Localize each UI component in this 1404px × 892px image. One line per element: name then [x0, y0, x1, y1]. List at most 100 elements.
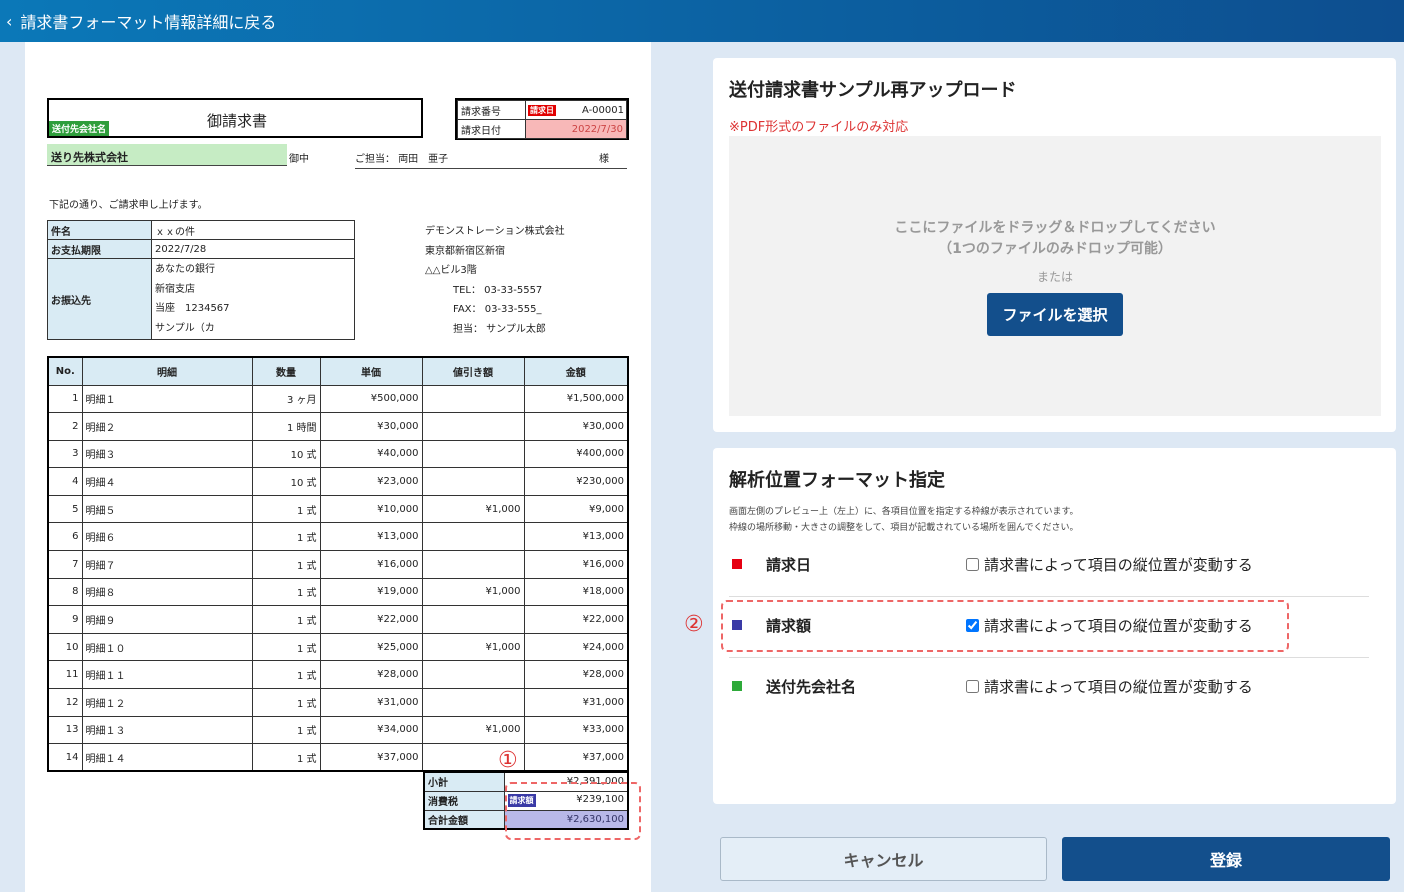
row-amount: ¥16,000 [523, 550, 629, 579]
row-qty: 1 式 [251, 632, 321, 662]
row-qty: 10 式 [251, 439, 321, 469]
greeting: 下記の通り、ご請求申し上げます。 [49, 200, 208, 211]
row-no: 8 [47, 577, 83, 607]
table-row: 4 明細４ 10 式 ¥23,000 ¥230,000 [47, 467, 629, 496]
row-unit-price: ¥23,000 [319, 467, 423, 496]
table-row: 11 明細１１ 1 式 ¥28,000 ¥28,000 [47, 660, 629, 690]
row-qty: 1 式 [251, 660, 321, 690]
row-unit-price: ¥28,000 [319, 660, 423, 690]
upload-title: 送付請求書サンプル再アップロード [729, 80, 1017, 101]
green-square-icon [732, 681, 742, 691]
recipient-vertical-checkbox[interactable]: 請求書によって項目の縦位置が変動する [966, 676, 1253, 697]
recipient-name: 送り先株式会社 [47, 144, 287, 166]
row-discount [421, 605, 525, 634]
row-item: 明細３ [81, 439, 253, 469]
checkbox[interactable] [966, 557, 979, 571]
row-qty: 1 式 [251, 715, 321, 745]
table-row: 9 明細９ 1 式 ¥22,000 ¥22,000 [47, 605, 629, 634]
table-row: 6 明細６ 1 式 ¥13,000 ¥13,000 [47, 522, 629, 552]
row-item: 明細２ [81, 412, 253, 441]
cancel-button[interactable]: キャンセル [720, 837, 1047, 881]
row-amount: ¥400,000 [523, 439, 629, 469]
tax-label: 消費税 [423, 790, 505, 811]
row-no: 10 [47, 632, 83, 662]
row-item: 明細１２ [81, 688, 253, 717]
row-discount [421, 550, 525, 579]
row-item: 明細１０ [81, 632, 253, 662]
dropzone-or: または [1036, 270, 1073, 284]
row-amount: ¥28,000 [523, 660, 629, 690]
row-amount: ¥1,500,000 [523, 384, 629, 414]
select-file-button[interactable]: ファイルを選択 [987, 293, 1123, 336]
annotation-highlight-2 [721, 600, 1289, 652]
upload-panel: 送付請求書サンプル再アップロード ※PDF形式のファイルのみ対応 ここにファイル… [713, 58, 1396, 432]
col-header: 値引き額 [421, 356, 525, 386]
table-row: 8 明細８ 1 式 ¥19,000 ¥1,000 ¥18,000 [47, 577, 629, 607]
date-field-marker[interactable]: 請求日 [528, 104, 556, 116]
annotation-highlight-1 [505, 782, 641, 840]
row-unit-price: ¥37,000 [319, 743, 423, 772]
contact-label: ご担当： [355, 154, 395, 165]
row-discount [421, 439, 525, 469]
contact-line: ご担当： 両田 亜子 様 [355, 150, 627, 169]
date-vertical-checkbox[interactable]: 請求書によって項目の縦位置が変動する [966, 554, 1253, 575]
row-discount: ¥1,000 [421, 715, 525, 745]
field-label: 請求日 [766, 555, 812, 574]
onchu-label: 御中 [289, 154, 309, 165]
row-amount: ¥30,000 [523, 412, 629, 441]
row-unit-price: ¥25,000 [319, 632, 423, 662]
row-unit-price: ¥30,000 [319, 412, 423, 441]
col-header: 明細 [81, 356, 253, 386]
row-no: 13 [47, 715, 83, 745]
row-qty: 1 式 [251, 688, 321, 717]
row-qty: 1 式 [251, 605, 321, 634]
row-amount: ¥9,000 [523, 494, 629, 524]
row-no: 9 [47, 605, 83, 634]
row-no: 14 [47, 743, 83, 772]
row-unit-price: ¥10,000 [319, 494, 423, 524]
table-row: 13 明細１３ 1 式 ¥34,000 ¥1,000 ¥33,000 [47, 715, 629, 745]
submit-button[interactable]: 登録 [1062, 837, 1390, 881]
due-value: 2022/7/28 [151, 239, 355, 259]
dropzone-text: ここにファイルをドラッグ＆ドロップしてください [894, 220, 1216, 236]
row-item: 明細４ [81, 467, 253, 496]
row-item: 明細１ [81, 384, 253, 414]
bank-line: あなたの銀行 [155, 264, 215, 275]
table-row: 1 明細１ 3 ヶ月 ¥500,000 ¥1,500,000 [47, 384, 629, 414]
table-row: 10 明細１０ 1 式 ¥25,000 ¥1,000 ¥24,000 [47, 632, 629, 662]
annotation-marker-1: ① [498, 748, 518, 773]
due-label: お支払期限 [47, 239, 152, 259]
back-link-label: 請求書フォーマット情報詳細に戻る [20, 13, 277, 32]
issuer-line: デモンストレーション株式会社 [425, 226, 565, 237]
file-dropzone[interactable]: ここにファイルをドラッグ＆ドロップしてください （1つのファイルのみドロップ可能… [729, 136, 1381, 416]
row-qty: 1 式 [251, 494, 321, 524]
row-discount: ¥1,000 [421, 494, 525, 524]
col-header: No. [47, 356, 83, 386]
back-link[interactable]: ‹ 請求書フォーマット情報詳細に戻る [0, 0, 1404, 42]
row-no: 12 [47, 688, 83, 717]
field-row-recipient: 送付先会社名 請求書によって項目の縦位置が変動する [729, 656, 1369, 716]
row-no: 7 [47, 550, 83, 579]
table-row: 3 明細３ 10 式 ¥40,000 ¥400,000 [47, 439, 629, 469]
issuer-line: △△ビル3階 [425, 265, 477, 276]
invoice-preview: 御請求書 送付先会社名 送り先株式会社 御中 ご担当： 両田 亜子 様 請求番号… [25, 42, 651, 892]
bank-line: サンプル（カ [155, 322, 215, 334]
row-qty: 1 時間 [251, 412, 321, 441]
meta-label: 請求日付 [457, 119, 526, 139]
subtotal-label: 小計 [423, 771, 505, 792]
row-discount: ¥1,000 [421, 577, 525, 607]
issuer-block: デモンストレーション株式会社 東京都新宿区新宿 △△ビル3階 TEL： 03-3… [425, 222, 565, 339]
row-amount: ¥31,000 [523, 688, 629, 717]
row-item: 明細１１ [81, 660, 253, 690]
row-unit-price: ¥19,000 [319, 577, 423, 607]
checkbox-label: 請求書によって項目の縦位置が変動する [984, 677, 1253, 696]
row-item: 明細１４ [81, 743, 253, 772]
row-item: 明細９ [81, 605, 253, 634]
checkbox[interactable] [966, 679, 979, 693]
row-discount [421, 522, 525, 552]
row-item: 明細５ [81, 494, 253, 524]
recipient-field-marker[interactable]: 送付先会社名 [49, 121, 110, 136]
row-unit-price: ¥16,000 [319, 550, 423, 579]
row-unit-price: ¥13,000 [319, 522, 423, 552]
issuer-line: FAX： 03-33-555_ [453, 304, 542, 315]
